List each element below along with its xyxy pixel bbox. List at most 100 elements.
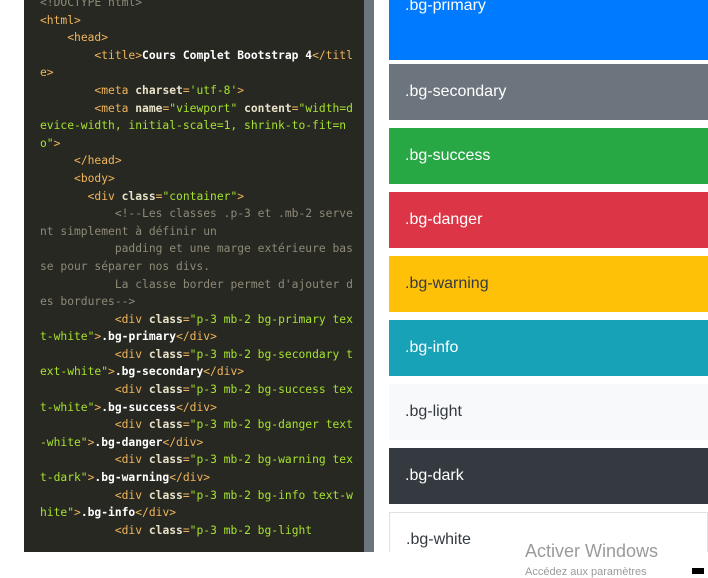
code-token: .bg-danger xyxy=(94,435,163,449)
code-line: <div class="p-3 mb-2 bg-success text-whi… xyxy=(40,383,353,414)
panel-gap xyxy=(374,0,388,552)
code-token: class xyxy=(148,347,183,361)
code-token: <title> xyxy=(40,48,143,62)
code-token: <html> xyxy=(40,13,81,27)
code-line: La classe border permet d'ajouter des bo… xyxy=(40,278,353,309)
code-line: <html> xyxy=(40,14,81,27)
code-token: <meta xyxy=(40,101,136,115)
code-token: = xyxy=(182,383,190,397)
swatch-bg-light: .bg-light xyxy=(389,384,708,440)
code-line: <div class="p-3 mb-2 bg-light xyxy=(40,524,312,537)
code-token: <div xyxy=(40,312,149,326)
swatch-label: .bg-primary xyxy=(405,0,486,14)
code-token: > xyxy=(237,83,245,97)
code-token: .bg-secondary xyxy=(114,365,204,379)
code-line: <div class="p-3 mb-2 bg-warning text-dar… xyxy=(40,453,353,484)
windows-activation-title: Activer Windows xyxy=(525,541,659,561)
code-token: <div xyxy=(40,453,149,467)
code-token: La classe border permet d'ajouter des bo… xyxy=(40,277,353,309)
code-token: <div xyxy=(40,347,149,361)
code-token: .bg-info xyxy=(80,506,136,520)
code-token: </div> xyxy=(162,435,204,449)
swatch-bg-info: .bg-info xyxy=(389,320,708,376)
code-token: class xyxy=(148,523,183,537)
swatch-label: .bg-danger xyxy=(405,211,483,228)
code-line: padding et une marge extérieure basse po… xyxy=(40,242,353,273)
windows-activation-subtitle: Accédez aux paramètres xyxy=(525,566,647,578)
code-token: </div> xyxy=(176,330,217,344)
code-token: .bg-warning xyxy=(94,471,170,485)
code-token: = xyxy=(182,312,190,326)
code-token: </head> xyxy=(40,154,122,168)
left-gutter xyxy=(0,26,24,574)
code-token: padding et une marge extérieure basse po… xyxy=(40,242,353,273)
code-listing: <!DOCTYPE html> <html> <head> <title>Cou… xyxy=(24,0,364,539)
preview-panel: .bg-primary .bg-secondary .bg-success .bg-d… xyxy=(389,0,708,574)
code-token: class xyxy=(148,383,183,397)
code-line: <div class="p-3 mb-2 bg-danger text-whit… xyxy=(40,418,353,449)
code-token: "container" xyxy=(162,189,238,203)
code-token: <div xyxy=(40,418,149,432)
swatch-label: .bg-info xyxy=(405,339,459,356)
code-token: <!DOCTYPE html> xyxy=(40,0,143,9)
activation-marker xyxy=(692,568,704,574)
code-token: <div xyxy=(40,189,122,203)
code-token: "viewport" xyxy=(169,101,238,115)
code-token: Cours Complet Bootstrap 4 xyxy=(142,48,313,62)
code-line: </head> xyxy=(40,154,122,167)
code-token: </div> xyxy=(135,506,177,520)
code-token: class xyxy=(148,488,183,502)
code-token: .bg-primary xyxy=(101,330,177,344)
code-token: <div xyxy=(40,488,149,502)
code-token: name xyxy=(135,101,163,115)
code-token: <div xyxy=(40,383,149,397)
code-token: = xyxy=(182,523,190,537)
code-line: <meta charset='utf-8'> xyxy=(40,84,244,97)
code-token: = xyxy=(182,347,190,361)
code-line: <title>Cours Complet Bootstrap 4</title> xyxy=(40,49,353,80)
code-token: > xyxy=(53,136,61,150)
code-token: class xyxy=(148,418,183,432)
code-line: <div class="container"> xyxy=(40,190,244,203)
code-token: <meta xyxy=(40,83,136,97)
code-token: = xyxy=(182,83,190,97)
code-token: <head> xyxy=(40,31,109,45)
code-line: <!DOCTYPE html> xyxy=(40,0,142,9)
swatch-label: .bg-light xyxy=(405,403,462,420)
code-token: </div> xyxy=(203,365,245,379)
swatch-bg-danger: .bg-danger xyxy=(389,192,708,248)
code-token: <!--Les classes .p-3 et .mb-2 servent si… xyxy=(40,207,353,238)
code-token: class xyxy=(121,189,156,203)
code-token: > xyxy=(237,189,245,203)
code-line: <!--Les classes .p-3 et .mb-2 servent si… xyxy=(40,207,353,238)
swatch-bg-primary: .bg-primary xyxy=(389,0,708,60)
code-token: </div> xyxy=(169,471,211,485)
code-line: <meta name="viewport" content="width=dev… xyxy=(40,102,353,150)
swatch-label: .bg-white xyxy=(406,531,471,548)
code-token: > xyxy=(74,506,81,520)
swatch-bg-success: .bg-success xyxy=(389,128,708,184)
code-token: > xyxy=(108,365,115,379)
swatch-label: .bg-warning xyxy=(405,275,489,292)
swatch-label: .bg-secondary xyxy=(405,83,507,100)
code-token: = xyxy=(182,418,190,432)
swatch-label: .bg-dark xyxy=(405,467,464,484)
code-token: = xyxy=(291,101,299,115)
swatch-bg-dark: .bg-dark xyxy=(389,448,708,504)
code-line: <div class="p-3 mb-2 bg-primary text-whi… xyxy=(40,313,353,344)
code-token: <div xyxy=(40,523,149,537)
code-token: class xyxy=(148,453,183,467)
code-token: </div> xyxy=(176,400,217,414)
code-token: = xyxy=(182,453,190,467)
swatch-bg-warning: .bg-warning xyxy=(389,256,708,312)
code-line: <head> xyxy=(40,31,108,44)
code-editor-panel[interactable]: <!DOCTYPE html> <html> <head> <title>Cou… xyxy=(24,0,364,552)
code-token: <body> xyxy=(40,171,115,185)
swatch-label: .bg-success xyxy=(405,147,491,164)
panel-divider[interactable] xyxy=(364,0,374,552)
code-token: = xyxy=(182,488,190,502)
code-line: <div class="p-3 mb-2 bg-secondary text-w… xyxy=(40,348,353,379)
code-line: <body> xyxy=(40,172,115,185)
code-token: charset xyxy=(135,83,183,97)
code-line: <div class="p-3 mb-2 bg-info text-white"… xyxy=(40,489,353,520)
